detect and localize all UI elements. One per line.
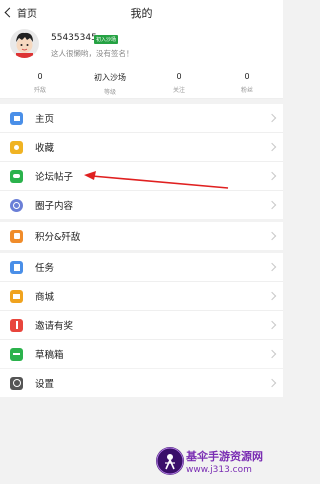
watermark-url: www.j313.com bbox=[186, 465, 252, 475]
menu-item-label: 积分&歼敌 bbox=[35, 232, 81, 243]
stat-label: 粉丝 bbox=[240, 87, 253, 94]
stats-bar: 0 歼敌 初入沙场 等级 0 关注 0 粉丝 bbox=[0, 68, 283, 99]
stat-level[interactable]: 初入沙场 等级 bbox=[75, 72, 145, 96]
watermark-name: 基伞手游资源网 bbox=[186, 450, 263, 463]
menu-item-invite[interactable]: 邀请有奖 bbox=[0, 311, 283, 340]
menu-item-label: 商城 bbox=[35, 292, 55, 303]
gift-icon bbox=[10, 318, 23, 332]
watermark-logo-icon bbox=[156, 447, 184, 475]
menu-item-drafts[interactable]: 草稿箱 bbox=[0, 340, 283, 368]
menu-item-home[interactable]: 主页 bbox=[0, 104, 283, 133]
home-icon bbox=[10, 111, 23, 125]
chevron-right-icon bbox=[267, 291, 277, 301]
task-icon bbox=[10, 260, 23, 274]
favorite-icon bbox=[10, 140, 23, 154]
chevron-right-icon bbox=[267, 320, 277, 330]
chevron-right-icon bbox=[267, 349, 277, 359]
level-badge: 初入沙场 bbox=[94, 35, 119, 44]
menu-item-label: 论坛帖子 bbox=[35, 172, 74, 183]
menu-item-label: 主页 bbox=[35, 114, 55, 125]
stat-value: 0 bbox=[37, 72, 43, 81]
menu-item-label: 邀请有奖 bbox=[35, 321, 74, 332]
settings-icon bbox=[10, 376, 23, 390]
chevron-right-icon bbox=[267, 378, 277, 388]
draft-icon bbox=[10, 347, 23, 361]
chevron-right-icon bbox=[267, 142, 277, 152]
chevron-right-icon bbox=[267, 200, 277, 210]
menu-item-points[interactable]: 积分&歼敌 bbox=[0, 222, 283, 250]
menu-item-tasks[interactable]: 任务 bbox=[0, 253, 283, 282]
profile-card[interactable]: 55435345 初入沙场 这人很懒哟，没有签名！ bbox=[0, 26, 283, 68]
stat-value: 初入沙场 bbox=[94, 73, 126, 82]
red-arrow-annotation bbox=[84, 171, 229, 189]
menu-item-settings[interactable]: 设置 bbox=[0, 369, 283, 397]
menu-item-label: 圈子内容 bbox=[35, 201, 74, 212]
stat-following[interactable]: 0 关注 bbox=[144, 72, 214, 94]
top-bar: 首页 我的 bbox=[0, 0, 283, 26]
avatar[interactable] bbox=[10, 29, 39, 58]
username: 55435345 bbox=[51, 33, 97, 43]
menu-item-label: 收藏 bbox=[35, 143, 55, 154]
menu-group-points: 积分&歼敌 bbox=[0, 222, 283, 250]
chevron-right-icon bbox=[267, 113, 277, 123]
menu-item-circle-content[interactable]: 圈子内容 bbox=[0, 191, 283, 219]
menu-group-main: 主页 收藏 论坛帖子 圈子内容 bbox=[0, 104, 283, 219]
signature: 这人很懒哟，没有签名！ bbox=[51, 49, 134, 58]
chevron-right-icon bbox=[267, 231, 277, 241]
menu-item-favorites[interactable]: 收藏 bbox=[0, 133, 283, 162]
chevron-right-icon bbox=[267, 171, 277, 181]
page-title: 我的 bbox=[130, 7, 153, 20]
stat-value: 0 bbox=[176, 72, 182, 81]
forum-post-icon bbox=[10, 169, 23, 183]
stat-label: 等级 bbox=[103, 89, 116, 96]
stat-label: 关注 bbox=[172, 87, 185, 94]
menu-item-shop[interactable]: 商城 bbox=[0, 282, 283, 311]
menu-group-extras: 任务 商城 邀请有奖 草稿箱 bbox=[0, 253, 283, 368]
stat-value: 0 bbox=[244, 72, 250, 81]
points-icon bbox=[10, 229, 23, 243]
stat-kills[interactable]: 0 歼敌 bbox=[5, 72, 75, 94]
watermark: 基伞手游资源网 www.j313.com bbox=[156, 445, 283, 483]
menu-item-label: 设置 bbox=[35, 379, 55, 390]
chevron-right-icon bbox=[267, 262, 277, 272]
stat-followers[interactable]: 0 粉丝 bbox=[212, 72, 282, 94]
menu-item-label: 草稿箱 bbox=[35, 350, 64, 361]
shop-icon bbox=[10, 289, 23, 303]
menu-item-label: 任务 bbox=[35, 263, 55, 274]
menu-group-settings: 设置 bbox=[0, 369, 283, 397]
stat-label: 歼敌 bbox=[33, 87, 46, 94]
circle-icon bbox=[10, 198, 23, 212]
